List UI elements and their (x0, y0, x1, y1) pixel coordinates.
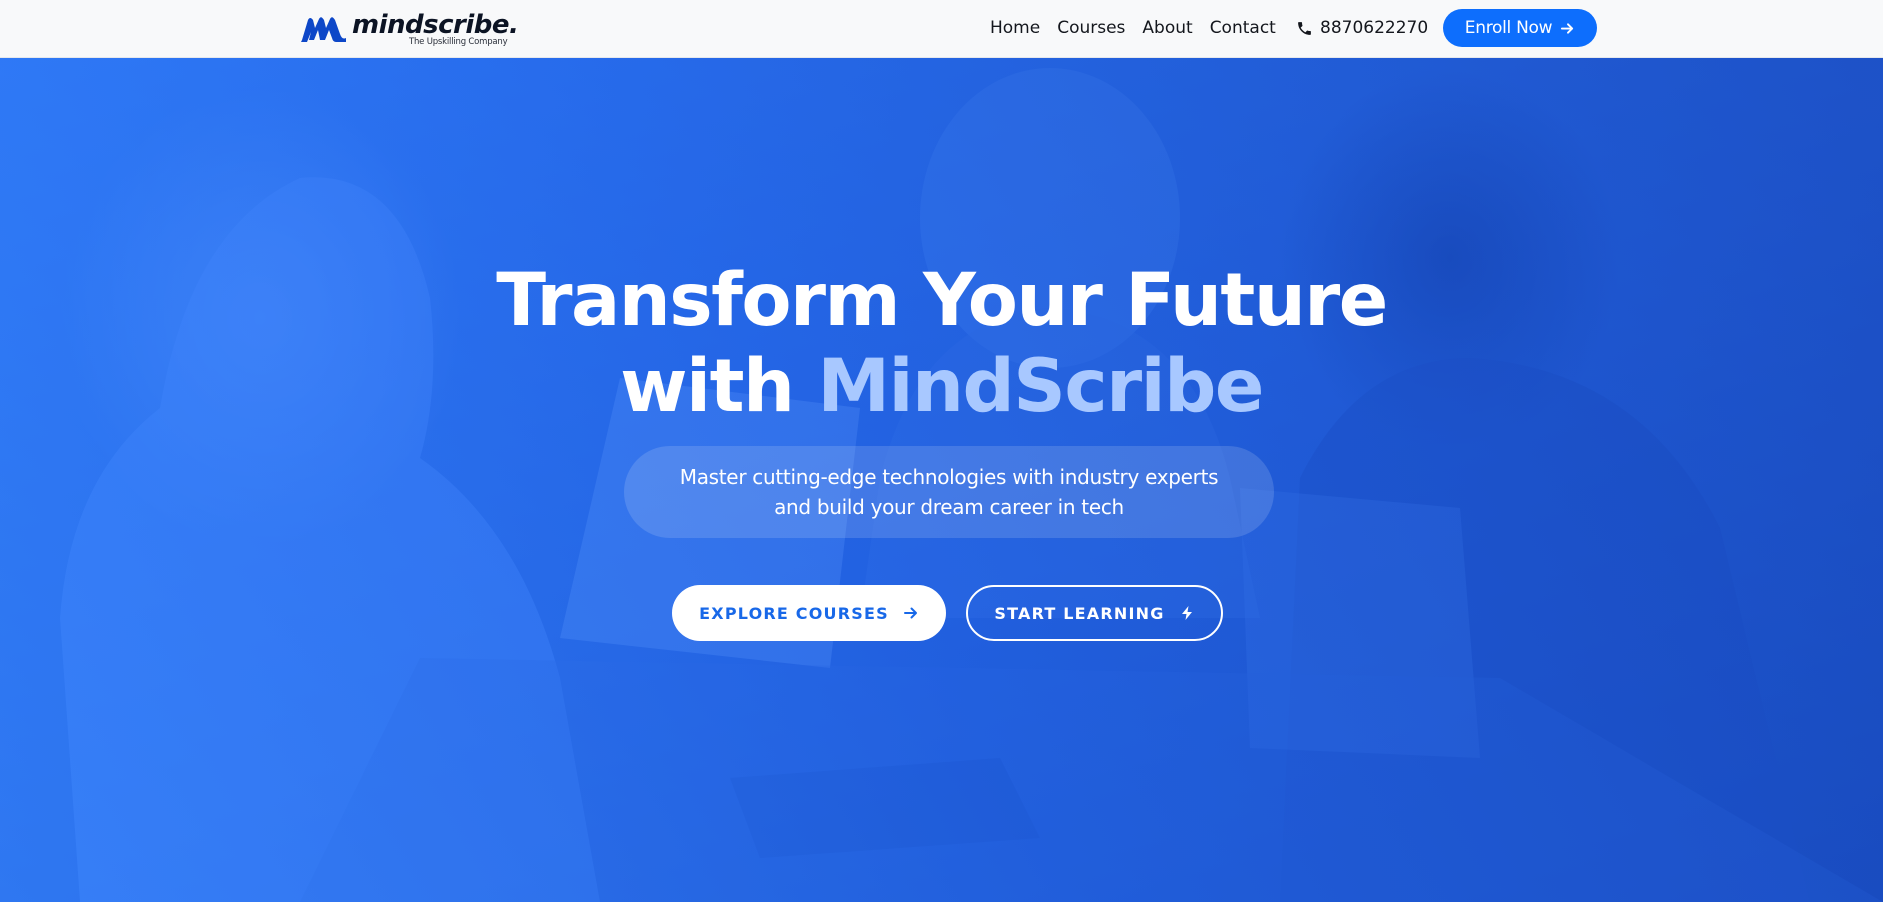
explore-courses-label: EXPLORE COURSES (699, 603, 889, 623)
hero-title-accent: MindScribe (817, 344, 1264, 429)
hero-subtitle-line-2: and build your dream career in tech (774, 495, 1124, 519)
hero-title-line-2: with MindScribe (0, 344, 1883, 430)
lightning-bolt-icon (1181, 606, 1192, 620)
start-learning-label: START LEARNING (994, 603, 1165, 623)
enroll-now-label: Enroll Now (1464, 18, 1553, 38)
hero-subtitle: Master cutting-edge technologies with in… (624, 446, 1274, 538)
arrow-right-icon (1561, 22, 1574, 34)
phone-icon (1298, 21, 1311, 35)
hero-title-prefix: with (620, 344, 818, 429)
hero-section: Transform Your Future with MindScribe Ma… (0, 58, 1883, 902)
arrow-right-icon (903, 607, 917, 619)
nav-link-home[interactable]: Home (990, 16, 1040, 40)
main-nav: Home Courses About Contact (990, 16, 1276, 40)
logo-mark-icon (301, 17, 346, 42)
brand-logo[interactable]: mindscribe. The Upskilling Company (300, 10, 519, 50)
start-learning-button[interactable]: START LEARNING (966, 585, 1223, 641)
phone-contact[interactable]: 8870622270 (1296, 16, 1428, 40)
enroll-now-button[interactable]: Enroll Now (1443, 9, 1597, 47)
nav-link-courses[interactable]: Courses (1057, 16, 1125, 40)
hero-subtitle-line-1: Master cutting-edge technologies with in… (679, 465, 1219, 489)
explore-courses-button[interactable]: EXPLORE COURSES (672, 585, 946, 641)
hero-title: Transform Your Future with MindScribe (0, 258, 1883, 430)
nav-link-about[interactable]: About (1142, 16, 1192, 40)
phone-number: 8870622270 (1320, 18, 1429, 38)
hero-title-line-1: Transform Your Future (496, 258, 1388, 343)
nav-link-contact[interactable]: Contact (1210, 16, 1276, 40)
brand-name: mindscribe. (352, 10, 519, 40)
navbar: mindscribe. The Upskilling Company Home … (0, 0, 1883, 58)
brand-tagline: The Upskilling Company (409, 37, 508, 47)
